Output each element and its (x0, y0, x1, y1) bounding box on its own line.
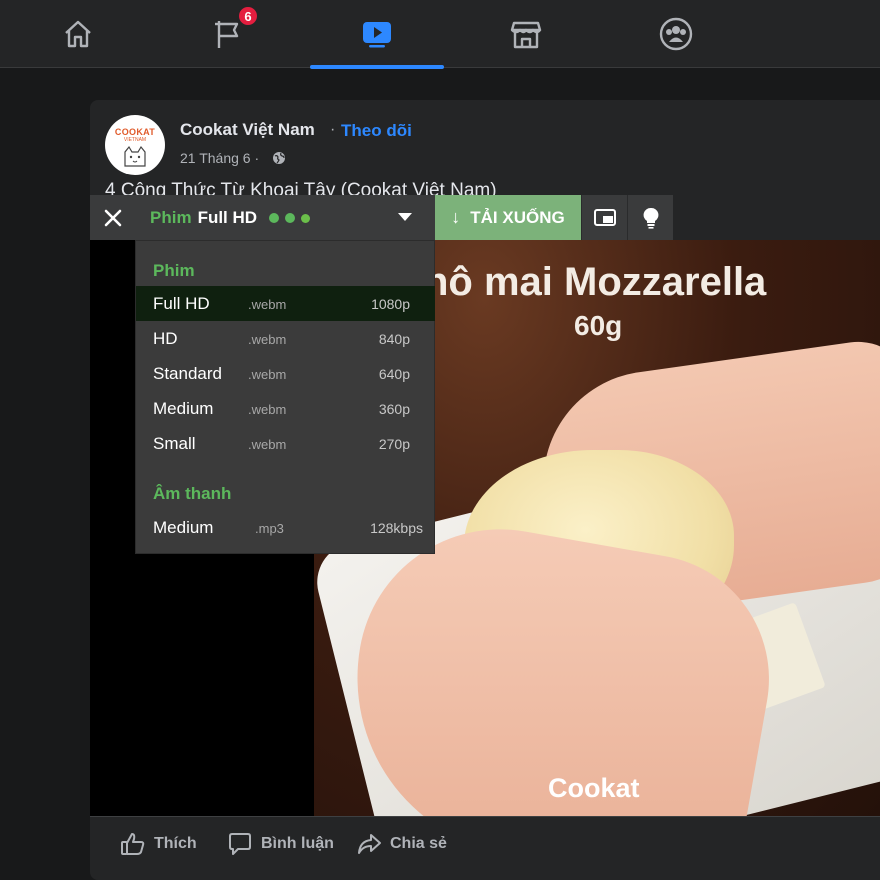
option-resolution: 270p (378, 436, 410, 452)
download-button[interactable]: ↓ TẢI XUỐNG (435, 195, 581, 240)
thumbs-up-icon (121, 833, 145, 855)
nav-groups-button[interactable] (609, 0, 743, 68)
comment-label: Bình luận (261, 835, 334, 852)
globe-icon (273, 152, 285, 164)
separator-dot: · (330, 121, 336, 138)
downloader-toolbar: Phim Full HD ↓ TẢI XUỐNG (90, 195, 673, 240)
option-extension: .webm (248, 402, 287, 417)
audio-option[interactable]: Medium .mp3 128kbps (136, 510, 435, 545)
cat-logo-icon (124, 145, 146, 167)
share-label: Chia sẻ (390, 835, 447, 852)
option-extension: .webm (248, 332, 287, 347)
option-name: Small (153, 434, 196, 453)
quality-option[interactable]: Medium .webm 360p (136, 391, 435, 426)
post-author[interactable]: Cookat Việt Nam (180, 120, 315, 140)
download-arrow-icon: ↓ (451, 207, 461, 227)
option-name: Full HD (153, 294, 210, 313)
format-label: Phim (150, 207, 192, 227)
picture-in-picture-button[interactable] (581, 195, 627, 240)
quality-option[interactable]: Full HD .webm 1080p (136, 286, 435, 321)
quality-menu: Phim Full HD .webm 1080p HD .webm 840p S… (135, 240, 435, 554)
top-navigation: 6 (0, 0, 880, 69)
option-resolution: 640p (378, 366, 410, 382)
option-extension: .mp3 (255, 521, 284, 536)
comment-icon (229, 833, 251, 855)
quality-option[interactable]: Small .webm 270p (136, 426, 435, 461)
groups-icon (659, 17, 693, 51)
store-icon (510, 21, 542, 49)
share-icon (358, 834, 381, 854)
like-button[interactable]: Thích (120, 831, 197, 857)
home-icon (65, 20, 91, 48)
post-actions-bar: Thích Bình luận Chia sẻ (90, 816, 880, 867)
option-name: Medium (153, 518, 214, 537)
video-watermark: Cookat (548, 773, 640, 803)
lightbulb-icon (643, 207, 658, 229)
post-date[interactable]: 21 Tháng 6 · (180, 150, 259, 166)
avatar-logo-text: COOKAT (114, 127, 156, 137)
option-name: Standard (153, 364, 222, 383)
option-name: Medium (153, 399, 214, 418)
comment-button[interactable]: Bình luận (227, 831, 334, 857)
video-play-icon (363, 22, 391, 48)
follow-link[interactable]: Theo dõi (341, 121, 412, 141)
option-extension: .webm (248, 297, 287, 312)
option-resolution: 840p (378, 331, 410, 347)
audio-section-header: Âm thanh (153, 484, 232, 503)
like-label: Thích (154, 835, 197, 852)
video-caption-line1: hô mai Mozzarella (424, 260, 767, 304)
download-button-label: TẢI XUỐNG (470, 207, 565, 227)
option-bitrate: 128kbps (370, 520, 423, 536)
quality-label: Full HD (197, 207, 258, 227)
quality-option[interactable]: Standard .webm 640p (136, 356, 435, 391)
nav-pages-button[interactable] (161, 0, 295, 68)
chevron-down-icon (398, 213, 412, 221)
close-icon (104, 209, 121, 226)
option-extension: .webm (248, 367, 287, 382)
option-extension: .webm (248, 437, 287, 452)
picture-in-picture-icon (593, 208, 616, 226)
lights-off-button[interactable] (627, 195, 673, 240)
nav-marketplace-button[interactable] (459, 0, 593, 68)
video-caption-line2: 60g (574, 310, 623, 341)
avatar-logo-subtext: VIETNAM (123, 137, 147, 143)
option-resolution: 1080p (371, 296, 410, 312)
notification-badge: 6 (237, 5, 259, 27)
avatar[interactable]: COOKAT VIETNAM (105, 115, 165, 175)
quality-dropdown[interactable]: Phim Full HD (135, 195, 435, 240)
downloader-close-button[interactable] (90, 195, 135, 240)
video-section-header: Phim (153, 261, 195, 280)
nav-watch-button[interactable] (310, 0, 444, 68)
nav-home-button[interactable] (11, 0, 145, 68)
share-button[interactable]: Chia sẻ (356, 831, 447, 857)
option-name: HD (153, 329, 178, 348)
active-tab-indicator (310, 65, 444, 69)
quality-option[interactable]: HD .webm 840p (136, 321, 435, 356)
quality-dots-indicator (269, 212, 311, 223)
option-resolution: 360p (378, 401, 410, 417)
